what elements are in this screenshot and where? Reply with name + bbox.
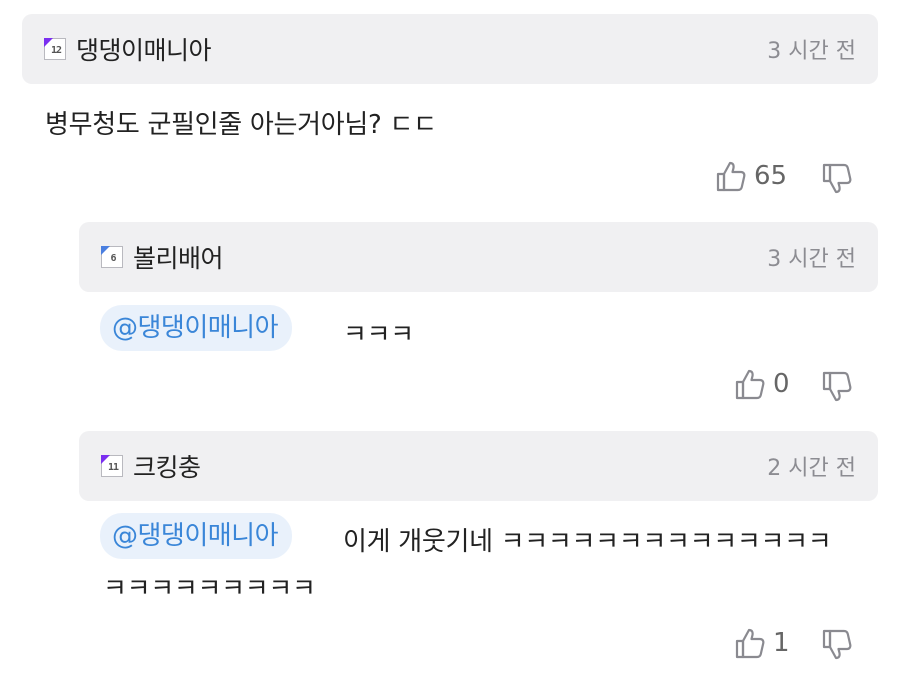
author-nickname[interactable]: 댕댕이매니아	[76, 31, 212, 67]
like-button[interactable]: 0	[735, 368, 790, 400]
like-button[interactable]: 65	[716, 160, 787, 192]
mention-tag[interactable]: @댕댕이매니아	[100, 305, 293, 351]
comment-text: 병무청도 군필인줄 아는거아님? ㄷㄷ	[45, 110, 437, 140]
mention-tag[interactable]: @댕댕이매니아	[100, 513, 293, 559]
reply-text-line1: 이게 개웃기네 ㅋㅋㅋㅋㅋㅋㅋㅋㅋㅋㅋㅋㅋㅋ	[343, 527, 832, 557]
dislike-button[interactable]	[822, 629, 852, 661]
thumbs-down-icon	[822, 163, 852, 195]
comment-timestamp: 3 시간 전	[767, 39, 856, 64]
thumbs-up-icon	[716, 160, 746, 192]
like-count: 65	[754, 161, 788, 191]
level-badge: 11	[100, 454, 123, 477]
comment-header: 12 댕댕이매니아 3 시간 전	[22, 14, 878, 84]
like-count: 0	[773, 369, 790, 399]
reply-text: ㅋㅋㅋ	[343, 320, 414, 350]
comment-timestamp: 3 시간 전	[767, 247, 856, 272]
author-nickname[interactable]: 크킹충	[133, 448, 201, 484]
comment-timestamp: 2 시간 전	[767, 456, 856, 481]
thumbs-down-icon	[822, 371, 852, 403]
dislike-button[interactable]	[822, 371, 852, 403]
level-badge: 12	[43, 37, 66, 60]
like-count: 1	[773, 628, 790, 658]
reply-header: 11 크킹충 2 시간 전	[79, 431, 878, 501]
dislike-button[interactable]	[822, 163, 852, 195]
like-button[interactable]: 1	[735, 627, 790, 659]
reply-text-line2: ㅋㅋㅋㅋㅋㅋㅋㅋㅋ	[103, 574, 316, 604]
level-badge: 6	[100, 245, 123, 268]
thumbs-down-icon	[822, 629, 852, 661]
thumbs-up-icon	[735, 368, 765, 400]
reply-header: 6 볼리배어 3 시간 전	[79, 222, 878, 292]
thumbs-up-icon	[735, 627, 765, 659]
author-nickname[interactable]: 볼리배어	[133, 239, 224, 275]
